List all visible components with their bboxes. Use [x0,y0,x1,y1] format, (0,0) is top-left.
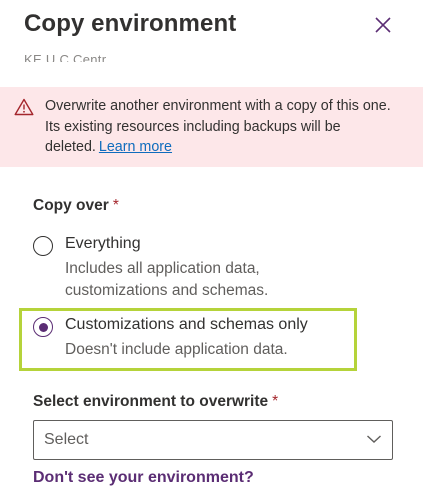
required-mark: * [272,393,279,410]
select-environment-label: Select environment to overwrite * [33,393,278,411]
dont-see-environment-link[interactable]: Don't see your environment? [33,469,254,487]
select-environment-label-text: Select environment to overwrite [33,393,269,410]
radio-dot [38,322,48,332]
warning-icon [14,98,34,116]
warning-banner: Overwrite another environment with a cop… [0,87,423,167]
chevron-down-icon [367,435,381,443]
radio-button-checked[interactable] [33,317,53,337]
copy-over-label: Copy over * [33,197,119,215]
radio-everything-description: Includes all application data, customiza… [65,260,269,299]
environment-dropdown[interactable]: Select [33,420,393,460]
radio-button-unchecked[interactable] [33,236,53,256]
learn-more-link[interactable]: Learn more [99,139,172,155]
close-icon[interactable] [372,14,394,36]
panel-subtitle-cut: KE U C Centr [24,46,224,62]
radio-everything-title: Everything [65,235,141,252]
panel-header: Copy environment [24,8,423,44]
warning-text-block: Overwrite another environment with a cop… [45,96,405,158]
panel-title: Copy environment [24,10,237,37]
dropdown-value: Select [44,431,89,448]
radio-customizations-title: Customizations and schemas only [65,316,308,333]
radio-customizations-description: Doesn't include application data. [65,341,288,358]
required-mark: * [112,197,119,214]
copy-over-label-text: Copy over [33,197,109,214]
warning-message: Overwrite another environment with a cop… [45,98,391,155]
panel-subtitle: KE U C Centr [24,52,107,62]
